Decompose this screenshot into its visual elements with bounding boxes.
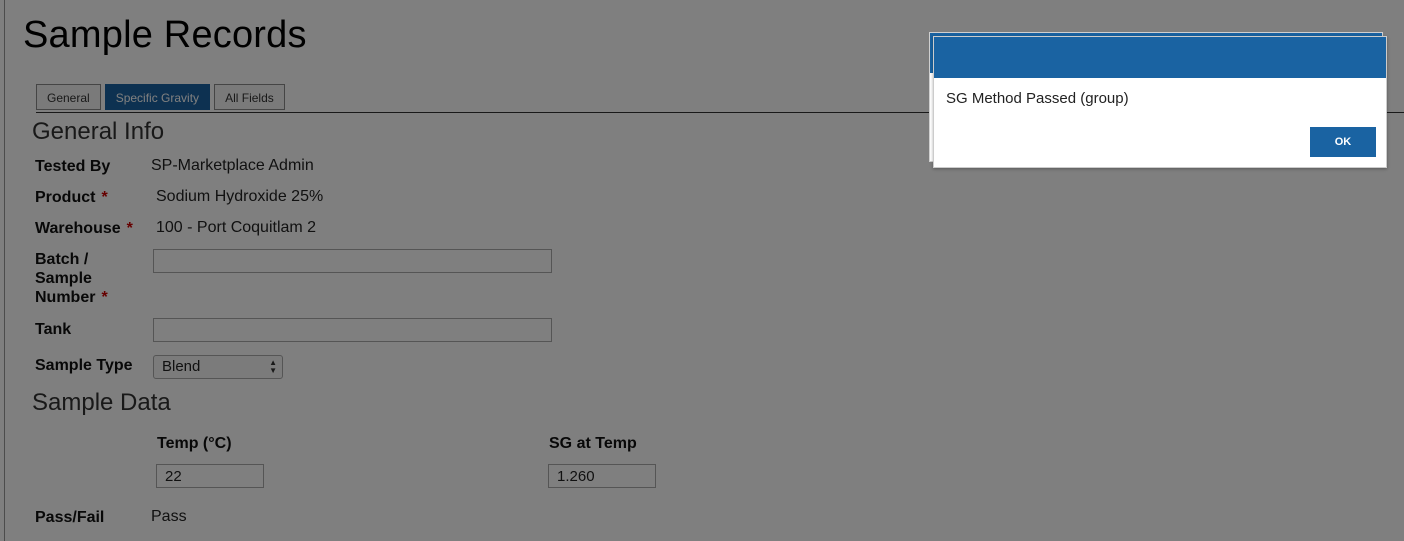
dialog-message: SG Method Passed (group) <box>946 90 1129 107</box>
alert-dialog: SG Method Passed (group) OK <box>933 36 1387 168</box>
ok-button[interactable]: OK <box>1310 127 1376 157</box>
dialog-header <box>934 37 1386 78</box>
